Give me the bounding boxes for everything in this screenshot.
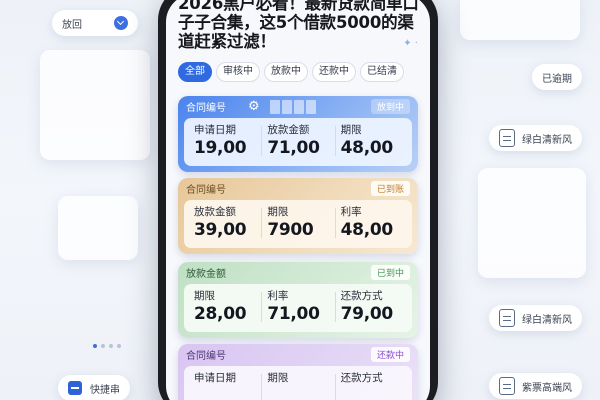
field-label: 放款金额	[194, 206, 236, 218]
field-value: 79,00	[340, 304, 394, 324]
card-header: 合同编号	[186, 184, 226, 196]
card-header: 合同编号	[186, 350, 226, 362]
carousel-dots	[93, 344, 121, 348]
field-value: 7900	[267, 220, 314, 240]
status-badge: 已到中	[370, 264, 410, 280]
field-label: 还款方式	[340, 290, 383, 302]
field-label: 期限	[267, 206, 289, 218]
tab-reviewing[interactable]: 审核中	[216, 62, 260, 82]
chevron-down-icon	[114, 16, 128, 30]
books-illustration	[270, 100, 316, 114]
document-icon	[499, 377, 515, 395]
field-value: 28,00	[194, 304, 247, 324]
field-value: 39,00	[194, 220, 247, 240]
status-badge: 已到账	[370, 180, 410, 196]
tab-settled[interactable]: 已结清	[360, 62, 404, 82]
field-value: 71,00	[267, 304, 320, 324]
background-card-right-top	[460, 0, 580, 40]
field-label: 利率	[267, 290, 289, 302]
card-header: 放款金额	[186, 268, 226, 280]
gear-icon: ⚙	[248, 99, 260, 114]
field-value: 48,00	[340, 220, 394, 240]
right-item-label: 绿白清新风	[522, 314, 572, 326]
card-header: 合同编号	[186, 102, 226, 114]
document-icon	[499, 129, 515, 147]
right-item-label: 绿白清新风	[522, 134, 572, 146]
tab-repaying[interactable]: 还款中	[312, 62, 356, 82]
field-label: 期限	[340, 124, 362, 136]
field-label: 期限	[194, 290, 215, 302]
background-card-left-chart	[58, 196, 138, 260]
loan-card[interactable]: 放款金额 已到中 期限 28,00 利率 71,00 还款方式 79,00	[178, 262, 418, 338]
loan-card[interactable]: 合同编号 还款中 申请日期 期限 还款方式	[178, 344, 418, 400]
field-value: 19,00	[194, 138, 247, 158]
calendar-icon	[68, 381, 82, 395]
status-badge: 还款中	[370, 346, 410, 362]
status-tabs: 全部 审核中 放款中 还款中 已结清	[178, 62, 404, 82]
field-label: 放款金额	[267, 124, 310, 136]
background-card-left-top	[40, 50, 150, 160]
field-label: 还款方式	[340, 372, 383, 384]
article-title: 2026黑户必看！最新贷款简单口子子合集，这5个借款5000的渠道赶紧过滤！	[178, 0, 419, 51]
background-select[interactable]: 放回	[52, 10, 138, 36]
quick-button-label: 快捷串	[90, 384, 120, 396]
right-item-theme-green[interactable]: 绿白清新风	[489, 125, 582, 151]
quick-button[interactable]: 快捷串	[58, 375, 130, 400]
sparkle-icon: ✦ ·	[403, 38, 418, 49]
right-item-overdue[interactable]: 已逾期	[532, 64, 582, 90]
field-value: 48,00	[340, 138, 394, 158]
status-badge: 放到中	[370, 98, 410, 114]
field-value: 71,00	[267, 138, 320, 158]
field-label: 申请日期	[194, 124, 236, 136]
field-label: 申请日期	[194, 372, 236, 384]
field-label: 利率	[340, 206, 362, 218]
phone-screen: 2026黑户必看！最新贷款简单口子子合集，这5个借款5000的渠道赶紧过滤！ ✦…	[166, 0, 430, 400]
right-item-label: 已逾期	[542, 73, 572, 85]
background-select-label: 放回	[62, 19, 82, 31]
right-item-theme-green-2[interactable]: 绿白清新风	[489, 305, 582, 331]
background-card-right-mid	[478, 168, 586, 278]
document-icon	[499, 309, 515, 327]
loan-card[interactable]: 合同编号 放到中 ⚙ 申请日期 19,00 放款金额 71,00 期限 48,00	[178, 96, 418, 172]
tab-disbursing[interactable]: 放款中	[264, 62, 308, 82]
loan-card[interactable]: 合同编号 已到账 放款金额 39,00 期限 7900 利率 48,00	[178, 178, 418, 254]
tab-all[interactable]: 全部	[178, 62, 212, 82]
field-label: 期限	[267, 372, 289, 384]
right-item-theme-purple[interactable]: 紫票高端风	[489, 373, 582, 399]
right-item-label: 紫票高端风	[522, 382, 572, 394]
